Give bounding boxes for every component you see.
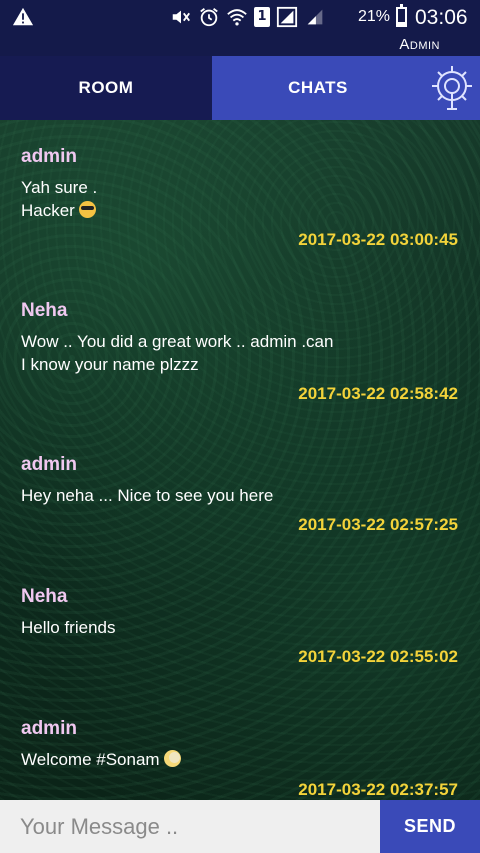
message-composer: SEND: [0, 800, 480, 853]
send-button[interactable]: SEND: [380, 800, 480, 853]
tab-room[interactable]: ROOM: [0, 56, 212, 120]
warning-icon: [12, 7, 34, 26]
battery-icon: [396, 4, 407, 27]
message-timestamp: 2017-03-22 02:58:42: [298, 384, 458, 403]
alarm-icon: [200, 8, 218, 27]
message-sender: admin: [21, 146, 77, 167]
cool-emoji-icon: [78, 201, 96, 218]
signal-icon-2: [307, 9, 323, 25]
message-text: Yah sure . Hacker: [21, 178, 98, 220]
moon-emoji-icon: [163, 750, 181, 767]
message-text: Hey neha ... Nice to see you here: [21, 486, 274, 505]
battery-level-fill: [398, 21, 405, 25]
message-sender: admin: [21, 454, 77, 475]
mute-icon: [172, 10, 190, 24]
username-label: Admin: [399, 36, 440, 53]
wifi-icon: [227, 9, 247, 26]
status-bar: 1 21% 03:06: [0, 0, 480, 34]
tab-chats[interactable]: CHATS: [212, 56, 424, 120]
gear-icon: [432, 66, 472, 110]
message-timestamp: 2017-03-22 02:37:57: [298, 780, 458, 799]
chat-messages[interactable]: admin Yah sure . Hacker 2017-03-22 03:00…: [0, 120, 480, 800]
message-timestamp: 2017-03-22 02:55:02: [298, 647, 458, 666]
settings-button[interactable]: [424, 56, 480, 120]
sim-icon: 1: [254, 7, 270, 27]
battery-percent: 21%: [358, 8, 391, 25]
message-input[interactable]: [0, 800, 380, 853]
message-text: Hello friends: [21, 618, 116, 637]
tab-bar: ROOM CHATS: [0, 56, 480, 120]
signal-icon: [276, 6, 298, 28]
clock: 03:06: [415, 6, 468, 29]
message-sender: Neha: [21, 586, 68, 607]
message-text: Wow .. You did a great work .. admin .ca…: [21, 332, 334, 374]
message-timestamp: 2017-03-22 02:57:25: [298, 515, 458, 534]
message-timestamp: 2017-03-22 03:00:45: [298, 230, 458, 249]
message-sender: admin: [21, 718, 77, 739]
user-header: Admin: [0, 34, 480, 56]
message-sender: Neha: [21, 300, 68, 321]
message-text: Welcome #Sonam: [21, 748, 451, 771]
